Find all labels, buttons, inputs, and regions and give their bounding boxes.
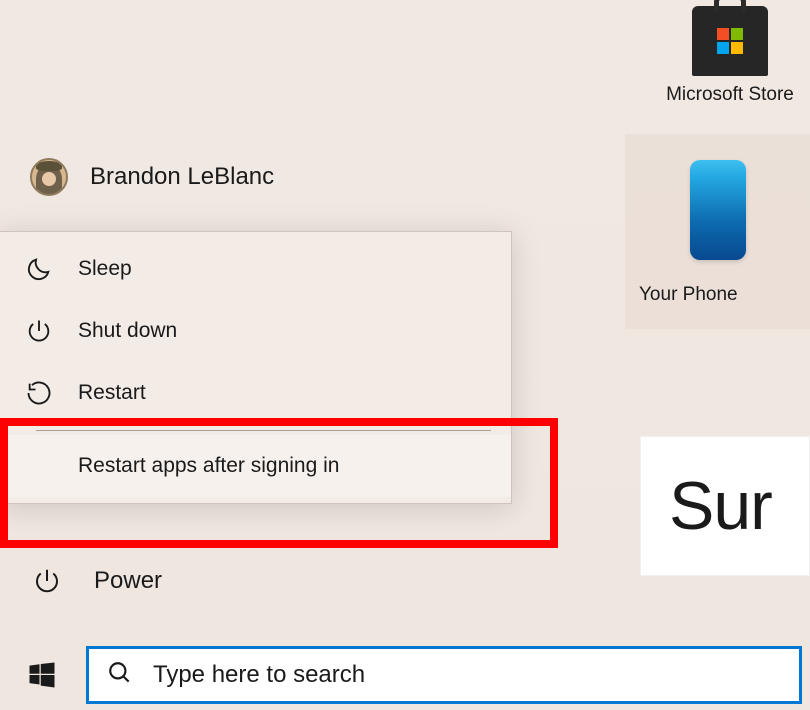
taskbar-search-box[interactable]: Type here to search (86, 646, 802, 704)
power-button-row[interactable]: Power (0, 558, 194, 604)
tile-label: Microsoft Store (640, 84, 810, 106)
start-button[interactable] (18, 651, 66, 699)
phone-icon (690, 160, 746, 260)
tile-your-phone[interactable]: Your Phone (625, 134, 810, 329)
search-icon (107, 660, 133, 691)
power-label: Power (94, 567, 162, 595)
microsoft-store-icon (692, 6, 768, 76)
tile-label: Your Phone (625, 284, 738, 306)
tile-label: Sur (669, 467, 772, 545)
menu-item-label: Shut down (78, 319, 177, 343)
tile-surface[interactable]: Sur (640, 436, 810, 576)
start-left-panel: Brandon LeBlanc (0, 150, 600, 204)
menu-item-restart-apps[interactable]: Restart apps after signing in (0, 435, 511, 497)
menu-item-label: Sleep (78, 257, 132, 281)
tile-microsoft-store[interactable]: Microsoft Store (640, 0, 810, 106)
taskbar: Type here to search (0, 640, 810, 710)
spacer-icon (24, 451, 54, 481)
search-placeholder: Type here to search (153, 661, 365, 689)
menu-item-label: Restart apps after signing in (78, 454, 339, 478)
menu-item-shutdown[interactable]: Shut down (0, 300, 511, 362)
user-account-row[interactable]: Brandon LeBlanc (0, 150, 600, 204)
menu-item-label: Restart (78, 381, 146, 405)
menu-item-restart[interactable]: Restart (0, 362, 511, 424)
power-icon (24, 316, 54, 346)
user-name: Brandon LeBlanc (90, 163, 274, 191)
power-menu-popup: Sleep Shut down Restart Restart apps aft… (0, 231, 512, 504)
windows-logo-icon (27, 660, 57, 690)
menu-item-sleep[interactable]: Sleep (0, 238, 511, 300)
avatar (30, 158, 68, 196)
power-icon (32, 566, 62, 596)
menu-divider (36, 430, 491, 431)
restart-icon (24, 378, 54, 408)
moon-icon (24, 254, 54, 284)
